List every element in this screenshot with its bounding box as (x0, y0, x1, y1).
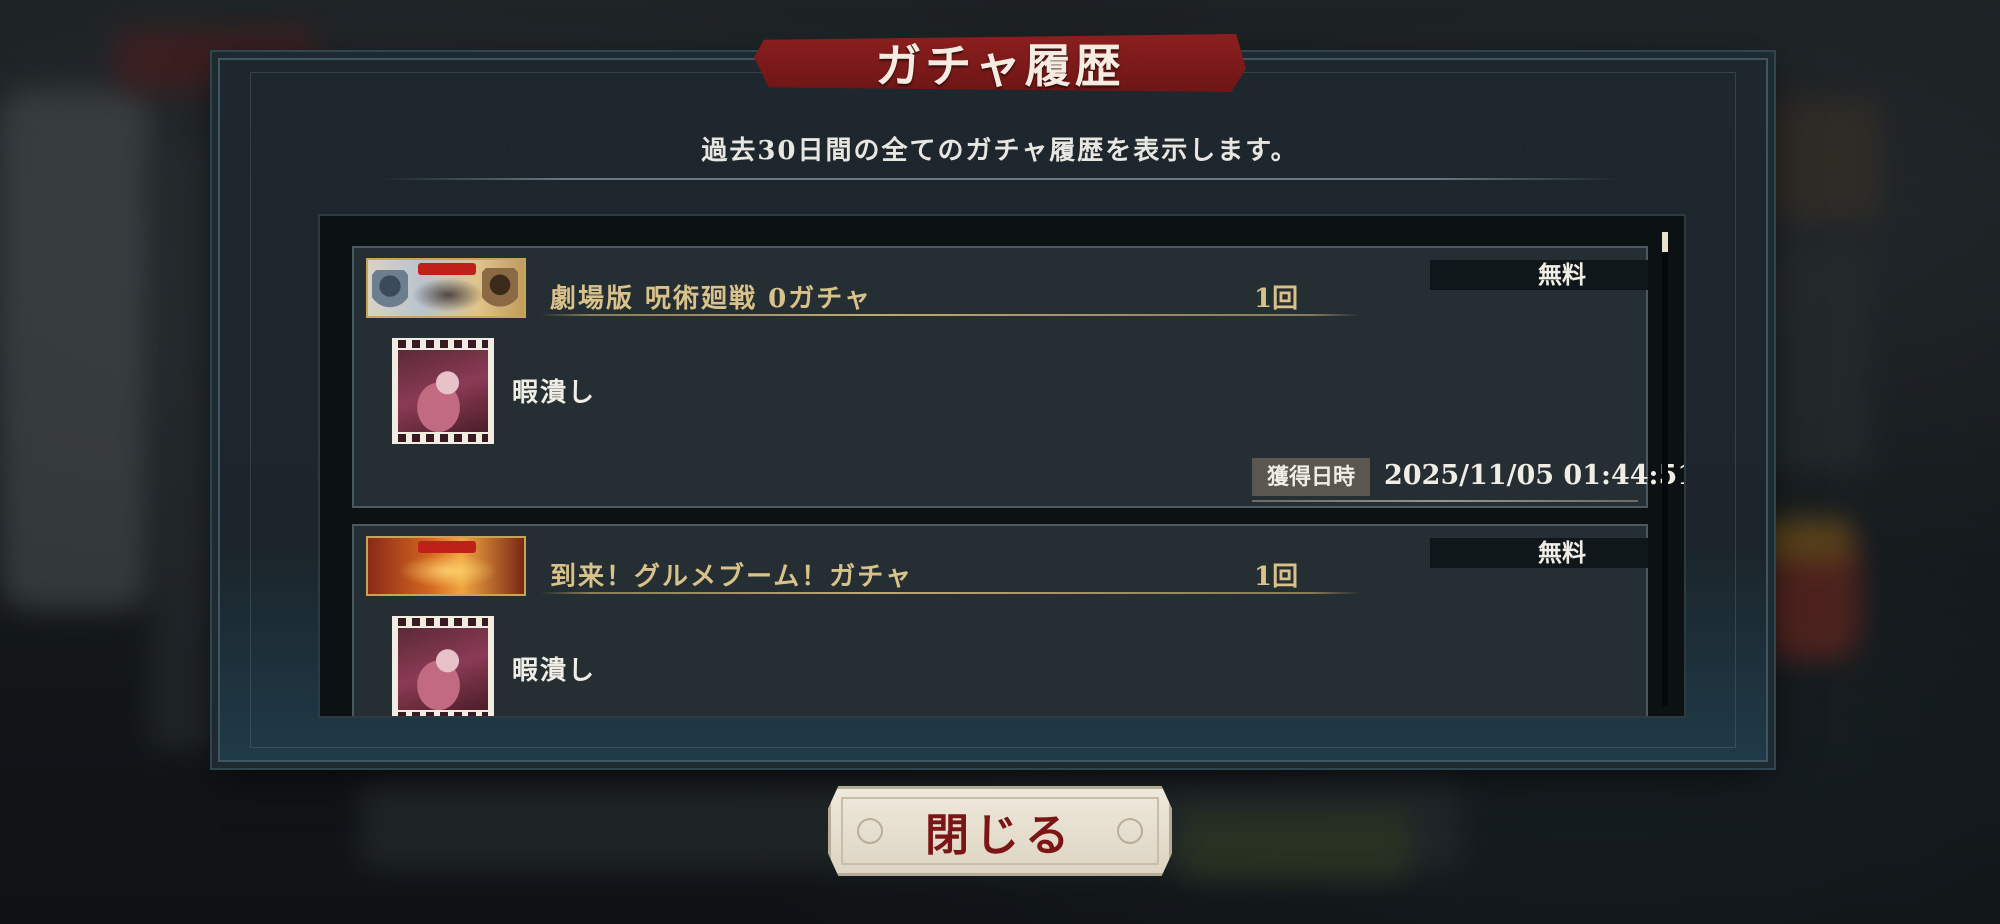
banner-character-right (482, 268, 518, 316)
cost-badge: 無料 (1430, 260, 1648, 290)
banner-pickup-tag (418, 541, 476, 553)
list-scrollbar[interactable] (1662, 232, 1668, 706)
film-holes-icon (398, 434, 488, 442)
game-screen: ガチャ履歴 過去30日間の全てのガチャ履歴を表示します。 劇場版 呪術廻戦 0ガ… (0, 0, 2000, 924)
gacha-banner-image (366, 258, 526, 318)
name-underline (540, 592, 1360, 594)
date-underline (1252, 500, 1638, 502)
item-art (398, 350, 488, 432)
film-holes-icon (398, 618, 488, 626)
ornament-icon (857, 818, 883, 844)
scrollbar-thumb[interactable] (1662, 232, 1668, 252)
dialog-title: ガチャ履歴 (875, 39, 1125, 93)
history-list[interactable]: 劇場版 呪術廻戦 0ガチャ 1回 無料 暇潰し 獲得日時 2025/11/05 … (318, 214, 1686, 718)
dialog-subtitle: 過去30日間の全てのガチャ履歴を表示します。 (701, 136, 1299, 166)
ornament-icon (1117, 818, 1143, 844)
cost-badge: 無料 (1430, 538, 1648, 568)
gacha-name: 到来！グルメブーム！ガチャ (550, 562, 913, 592)
banner-logo (412, 278, 484, 312)
title-banner: ガチャ履歴 (754, 34, 1246, 92)
close-button[interactable]: 閉じる (828, 786, 1172, 876)
gacha-banner-image (366, 536, 526, 596)
subtitle-divider (380, 178, 1620, 180)
item-art (398, 628, 488, 710)
item-thumbnail (392, 616, 494, 716)
acquired-date-value: 2025/11/05 01:44:51 (1384, 460, 1686, 491)
history-entry: 劇場版 呪術廻戦 0ガチャ 1回 無料 暇潰し 獲得日時 2025/11/05 … (352, 246, 1684, 508)
gacha-count: 1回 (1254, 284, 1299, 314)
acquired-date-label: 獲得日時 (1252, 458, 1370, 496)
gacha-name: 劇場版 呪術廻戦 0ガチャ (550, 284, 872, 314)
item-name: 暇潰し (512, 656, 597, 686)
name-underline (540, 314, 1360, 316)
banner-logo (398, 554, 498, 588)
film-holes-icon (398, 712, 488, 716)
gacha-count: 1回 (1254, 562, 1299, 592)
item-thumbnail (392, 338, 494, 444)
close-button-label: 閉じる (925, 810, 1075, 861)
banner-character-left (372, 270, 408, 316)
history-entry: 到来！グルメブーム！ガチャ 1回 無料 暇潰し (352, 524, 1648, 716)
banner-pickup-tag (418, 263, 476, 275)
item-name: 暇潰し (512, 378, 597, 408)
film-holes-icon (398, 340, 488, 348)
